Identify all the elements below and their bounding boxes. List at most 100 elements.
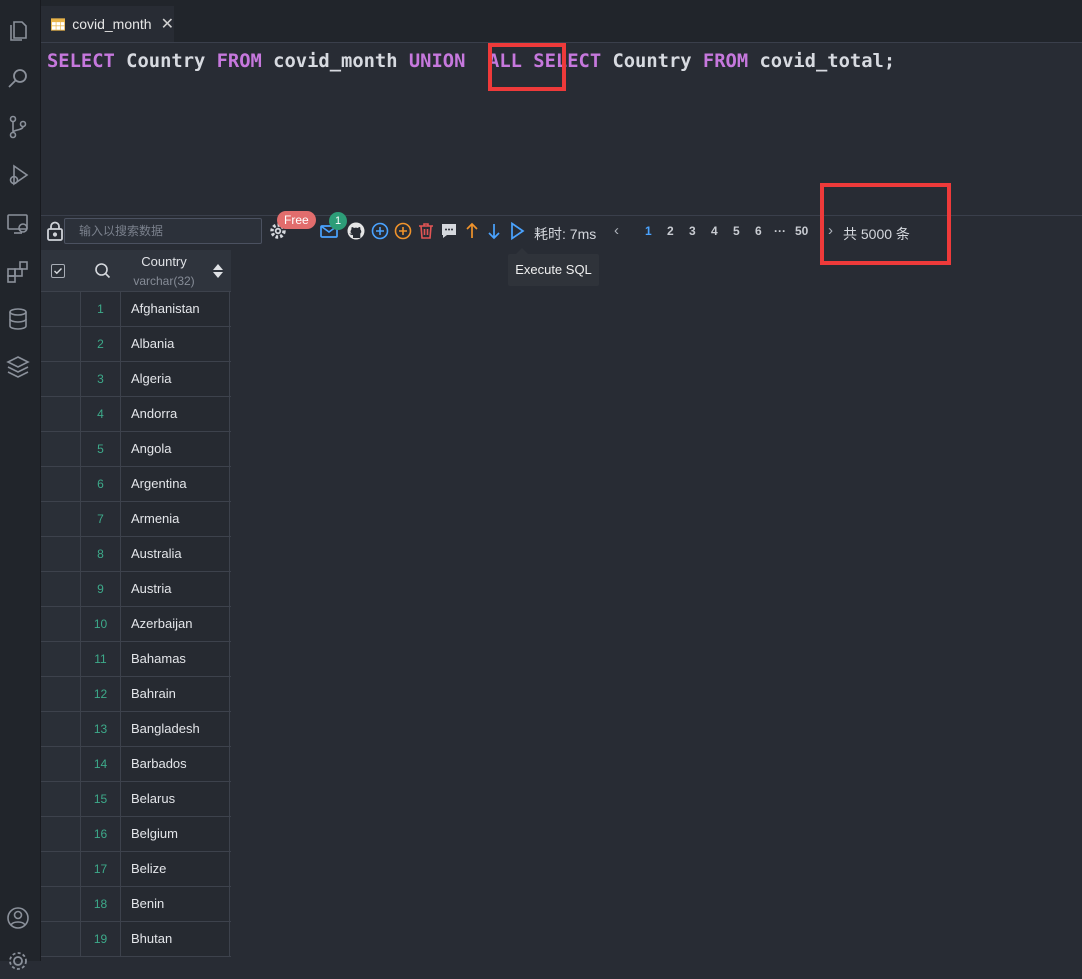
account-icon[interactable] <box>5 905 31 931</box>
row-select-cell[interactable] <box>41 397 81 431</box>
table-row[interactable]: 14 Barbados <box>41 747 231 782</box>
table-row[interactable]: 15 Belarus <box>41 782 231 817</box>
sql-statement[interactable]: SELECT Country FROM covid_month UNION AL… <box>47 49 895 75</box>
data-search-input[interactable] <box>64 218 262 244</box>
table-row[interactable]: 3 Algeria <box>41 362 231 397</box>
comment-icon[interactable] <box>439 221 459 241</box>
table-row[interactable]: 10 Azerbaijan <box>41 607 231 642</box>
column-header-country[interactable]: Country <box>121 255 207 269</box>
country-cell[interactable]: Angola <box>121 432 230 466</box>
country-cell[interactable]: Albania <box>121 327 230 361</box>
country-cell[interactable]: Bangladesh <box>121 712 230 746</box>
delete-icon[interactable] <box>416 221 436 241</box>
row-select-cell[interactable] <box>41 817 81 851</box>
row-select-cell[interactable] <box>41 502 81 536</box>
country-cell[interactable]: Afghanistan <box>121 292 230 326</box>
files-icon[interactable] <box>5 17 31 43</box>
page-5-button[interactable]: 5 <box>733 224 740 238</box>
country-cell[interactable]: Bahrain <box>121 677 230 711</box>
row-select-cell[interactable] <box>41 362 81 396</box>
tab-close-icon[interactable]: ✕ <box>161 14 174 34</box>
table-body: 1 Afghanistan 2 Albania 3 Algeria 4 Andorra 5 Ang… <box>41 292 231 957</box>
table-row[interactable]: 18 Benin <box>41 887 231 922</box>
sql-identifier: Country <box>126 51 206 72</box>
page-6-button[interactable]: 6 <box>755 224 762 238</box>
table-row[interactable]: 7 Armenia <box>41 502 231 537</box>
column-search-icon[interactable] <box>94 262 111 279</box>
table-row[interactable]: 4 Andorra <box>41 397 231 432</box>
page-3-button[interactable]: 3 <box>689 224 696 238</box>
row-select-cell[interactable] <box>41 887 81 921</box>
country-cell[interactable]: Benin <box>121 887 230 921</box>
sql-identifier: covid_month <box>273 51 398 72</box>
page-4-button[interactable]: 4 <box>711 224 718 238</box>
select-all-checkbox[interactable] <box>51 264 65 278</box>
table-row[interactable]: 16 Belgium <box>41 817 231 852</box>
page-ellipsis[interactable]: ··· <box>774 224 786 238</box>
row-select-cell[interactable] <box>41 432 81 466</box>
row-select-cell[interactable] <box>41 537 81 571</box>
search-icon[interactable] <box>5 66 31 92</box>
row-select-cell[interactable] <box>41 747 81 781</box>
country-cell[interactable]: Azerbaijan <box>121 607 230 641</box>
source-control-icon[interactable] <box>5 114 31 140</box>
table-row[interactable]: 17 Belize <box>41 852 231 887</box>
sort-icon[interactable] <box>212 262 224 280</box>
country-cell[interactable]: Barbados <box>121 747 230 781</box>
table-row[interactable]: 11 Bahamas <box>41 642 231 677</box>
row-select-cell[interactable] <box>41 782 81 816</box>
row-select-cell[interactable] <box>41 712 81 746</box>
country-cell[interactable]: Armenia <box>121 502 230 536</box>
page-2-button[interactable]: 2 <box>667 224 674 238</box>
country-cell[interactable]: Australia <box>121 537 230 571</box>
row-number: 18 <box>81 887 121 921</box>
table-row[interactable]: 2 Albania <box>41 327 231 362</box>
run-debug-icon[interactable] <box>5 162 31 188</box>
row-select-cell[interactable] <box>41 922 81 956</box>
country-cell[interactable]: Argentina <box>121 467 230 501</box>
row-select-cell[interactable] <box>41 677 81 711</box>
table-header: Country varchar(32) <box>41 250 231 292</box>
row-select-cell[interactable] <box>41 607 81 641</box>
row-select-cell[interactable] <box>41 852 81 886</box>
country-cell[interactable]: Bahamas <box>121 642 230 676</box>
add-row-icon[interactable] <box>370 221 390 241</box>
row-number: 15 <box>81 782 121 816</box>
country-cell[interactable]: Belize <box>121 852 230 886</box>
page-50-button[interactable]: 50 <box>795 224 808 238</box>
database-icon[interactable] <box>5 306 31 332</box>
country-cell[interactable]: Belgium <box>121 817 230 851</box>
extensions-icon[interactable] <box>5 259 31 285</box>
country-cell[interactable]: Austria <box>121 572 230 606</box>
row-select-cell[interactable] <box>41 467 81 501</box>
table-row[interactable]: 9 Austria <box>41 572 231 607</box>
row-select-cell[interactable] <box>41 572 81 606</box>
next-page-button[interactable]: › <box>828 222 833 239</box>
prev-page-button[interactable]: ‹ <box>614 222 619 239</box>
table-row[interactable]: 19 Bhutan <box>41 922 231 957</box>
arrow-up-icon[interactable] <box>462 221 482 241</box>
execute-sql-icon[interactable] <box>507 221 527 241</box>
github-icon[interactable] <box>346 221 366 241</box>
page-1-button[interactable]: 1 <box>645 224 652 238</box>
row-select-cell[interactable] <box>41 292 81 326</box>
settings-gear-icon[interactable] <box>5 948 31 974</box>
row-select-cell[interactable] <box>41 642 81 676</box>
table-row[interactable]: 13 Bangladesh <box>41 712 231 747</box>
table-row[interactable]: 8 Australia <box>41 537 231 572</box>
lock-icon[interactable] <box>46 221 64 241</box>
country-cell[interactable]: Algeria <box>121 362 230 396</box>
table-row[interactable]: 6 Argentina <box>41 467 231 502</box>
country-cell[interactable]: Bhutan <box>121 922 230 956</box>
tab-covid-month[interactable]: covid_month ✕ <box>41 6 174 42</box>
layers-icon[interactable] <box>5 354 31 380</box>
table-row[interactable]: 5 Angola <box>41 432 231 467</box>
country-cell[interactable]: Andorra <box>121 397 230 431</box>
row-select-cell[interactable] <box>41 327 81 361</box>
country-cell[interactable]: Belarus <box>121 782 230 816</box>
table-row[interactable]: 12 Bahrain <box>41 677 231 712</box>
remote-explorer-icon[interactable] <box>5 211 31 237</box>
arrow-down-icon[interactable] <box>484 221 504 241</box>
table-row[interactable]: 1 Afghanistan <box>41 292 231 327</box>
insert-row-icon[interactable] <box>393 221 413 241</box>
